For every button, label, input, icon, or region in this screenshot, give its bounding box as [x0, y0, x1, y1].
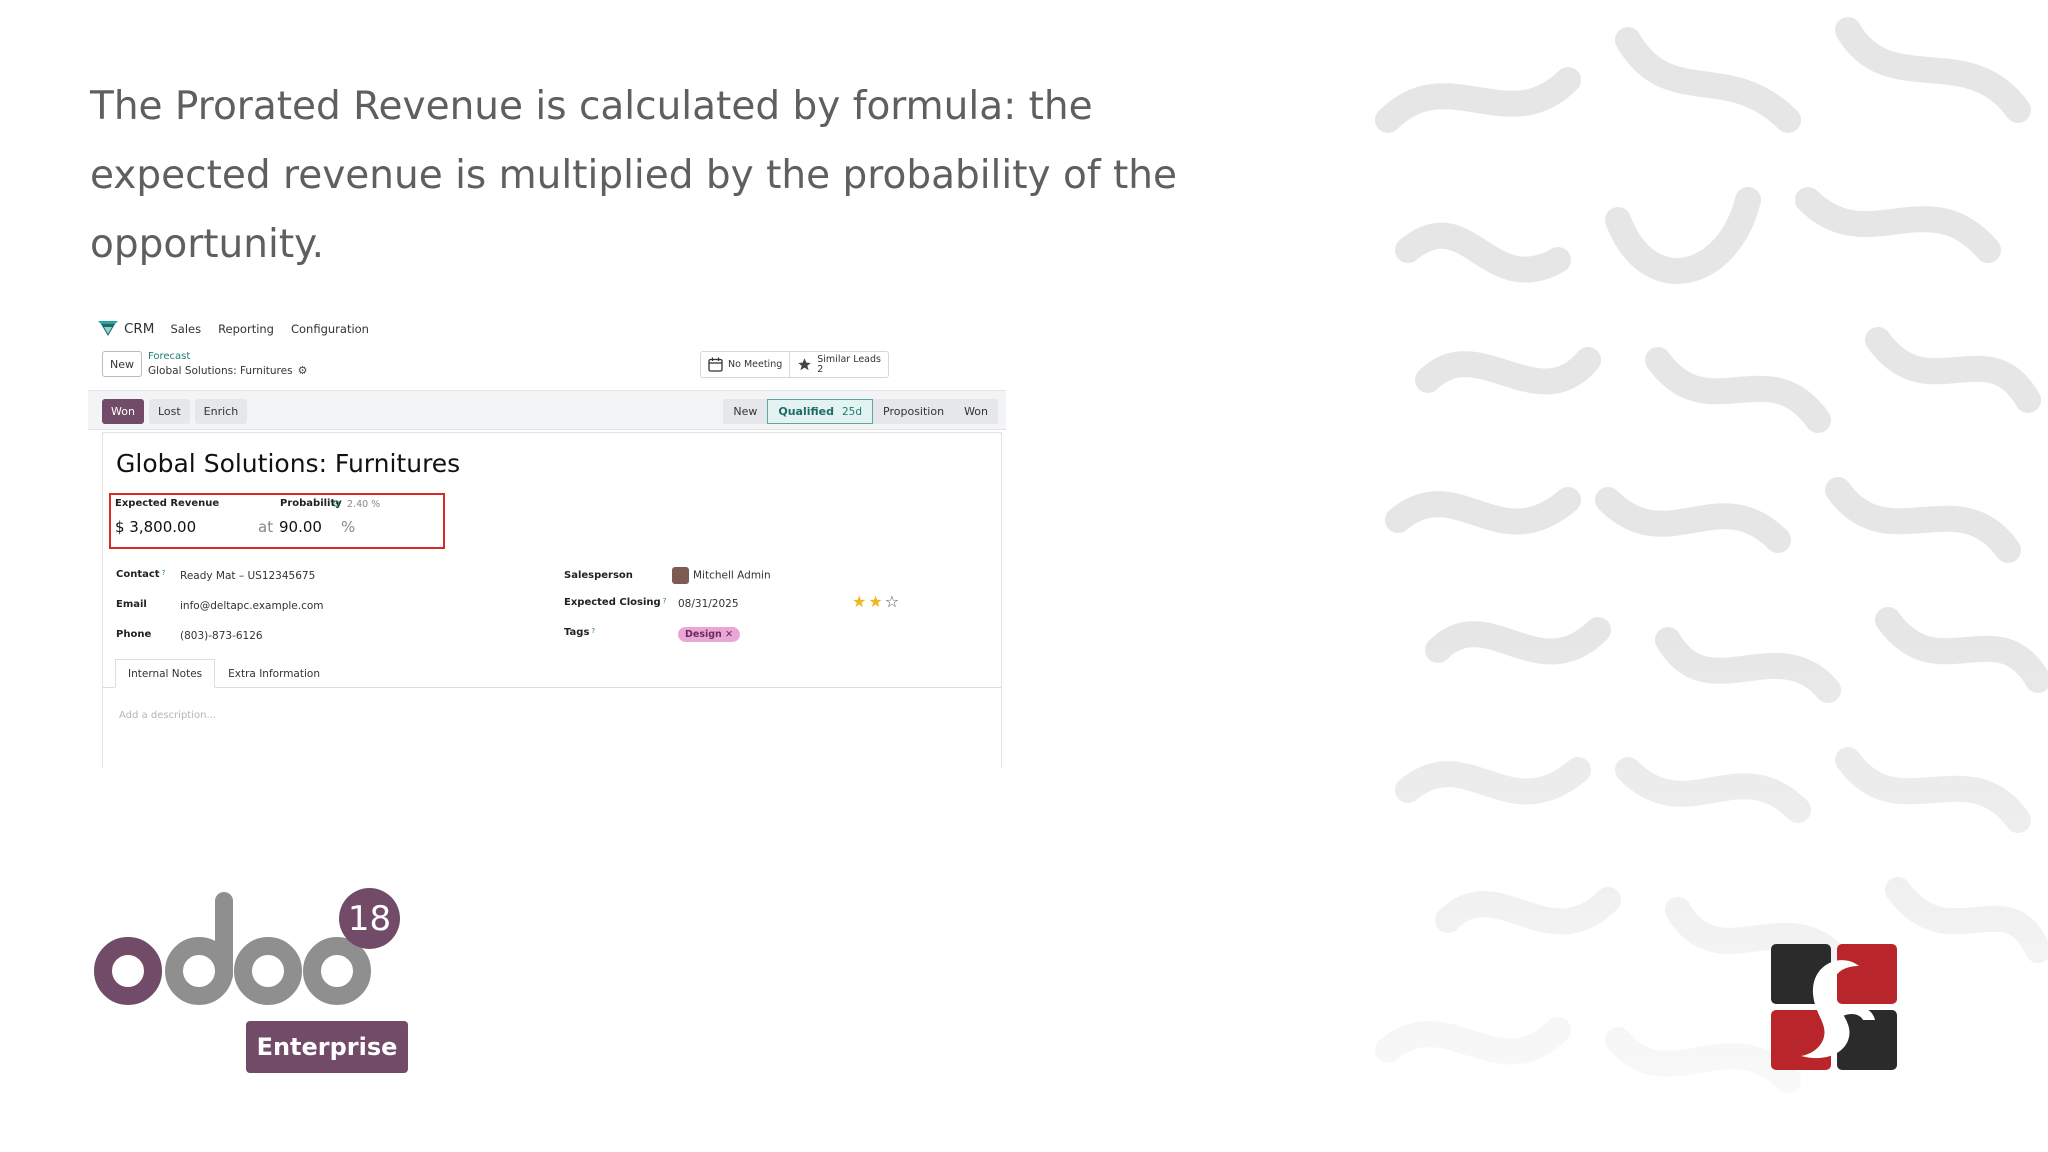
salesperson-name: Mitchell Admin	[693, 569, 771, 582]
email-field[interactable]: info@deltapc.example.com	[180, 600, 324, 612]
stage-pipeline: New Qualified 25d Proposition Won	[723, 399, 998, 424]
tab-extra-information[interactable]: Extra Information	[215, 659, 333, 688]
meeting-smart-button[interactable]: No Meeting	[701, 352, 791, 377]
phone-field[interactable]: (803)-873-6126	[180, 630, 263, 642]
stage-days-badge: 25d	[842, 405, 863, 418]
similar-leads-text: Similar Leads 2	[817, 353, 881, 375]
slide: The Prorated Revenue is calculated by fo…	[0, 0, 2048, 1152]
stage-new[interactable]: New	[723, 399, 768, 424]
expected-closing-label-text: Expected Closing	[564, 597, 661, 608]
percent-sign: %	[341, 518, 356, 536]
menu-configuration[interactable]: Configuration	[291, 322, 369, 336]
top-navbar: CRM Sales Reporting Configuration	[98, 318, 386, 340]
tag-label: Design	[685, 629, 722, 640]
breadcrumb-current-label: Global Solutions: Furnitures	[148, 365, 293, 377]
decorative-squiggle-pattern	[1368, 0, 2048, 1152]
new-button[interactable]: New	[102, 351, 142, 377]
menu-reporting[interactable]: Reporting	[218, 322, 274, 336]
form-sheet: Global Solutions: Furnitures Expected Re…	[102, 432, 1002, 768]
tab-internal-notes[interactable]: Internal Notes	[115, 659, 216, 688]
avatar	[672, 567, 689, 584]
star-icon[interactable]: ★	[868, 592, 884, 611]
slide-heading: The Prorated Revenue is calculated by fo…	[90, 84, 1177, 267]
stage-proposition[interactable]: Proposition	[873, 399, 955, 424]
expected-closing-field[interactable]: 08/31/2025	[678, 598, 739, 610]
stage-qualified[interactable]: Qualified 25d	[767, 399, 874, 424]
version-badge: 18	[339, 888, 400, 949]
edition-badge: Enterprise	[246, 1021, 408, 1073]
calendar-icon	[708, 357, 723, 372]
at-label: at	[258, 518, 274, 536]
phone-label: Phone	[116, 629, 152, 640]
breadcrumb-current: Global Solutions: Furnitures ⚙	[148, 364, 307, 378]
auto-probability: 2.40 %	[347, 499, 381, 510]
expected-revenue-label: Expected Revenue	[115, 498, 220, 509]
meeting-label: No Meeting	[728, 358, 783, 370]
lost-button[interactable]: Lost	[148, 399, 190, 424]
tags-help-icon[interactable]: ?	[591, 627, 595, 635]
close-icon[interactable]: ✕	[725, 629, 733, 640]
star-outline-icon[interactable]: ☆	[885, 592, 901, 611]
won-button[interactable]: Won	[102, 399, 144, 424]
salesperson-label: Salesperson	[564, 570, 633, 581]
action-buttons: Won Lost Enrich	[102, 399, 252, 424]
crm-screenshot: CRM Sales Reporting Configuration New Fo…	[88, 308, 1006, 768]
breadcrumb: Forecast Global Solutions: Furnitures ⚙	[148, 350, 307, 378]
crm-app-icon[interactable]	[98, 321, 118, 337]
record-title[interactable]: Global Solutions: Furnitures	[116, 449, 460, 478]
similar-leads-label: Similar Leads	[817, 353, 881, 365]
stage-qualified-label: Qualified	[778, 405, 834, 418]
revenue-probability-highlight: Expected Revenue Probability ⚙ 2.40 % $ …	[109, 493, 445, 549]
breadcrumb-forecast-link[interactable]: Forecast	[148, 350, 307, 364]
stage-won[interactable]: Won	[954, 399, 998, 424]
status-bar: Won Lost Enrich New Qualified 25d Propos…	[88, 390, 1006, 430]
salesperson-field[interactable]: Mitchell Admin	[672, 567, 771, 584]
tags-label: Tags?	[564, 627, 595, 638]
app-name[interactable]: CRM	[124, 321, 154, 337]
expected-revenue-field[interactable]: $ 3,800.00	[115, 518, 196, 536]
expected-closing-help-icon[interactable]: ?	[663, 597, 667, 605]
brand-logo	[1771, 944, 1897, 1070]
description-field[interactable]: Add a description...	[119, 710, 216, 721]
email-label: Email	[116, 599, 147, 610]
similar-leads-smart-button[interactable]: Similar Leads 2	[790, 352, 888, 377]
gear-icon[interactable]: ⚙	[332, 499, 341, 510]
expected-closing-label: Expected Closing?	[564, 597, 666, 608]
tags-label-text: Tags	[564, 627, 590, 638]
control-panel: New Forecast Global Solutions: Furniture…	[102, 350, 307, 378]
menu-sales[interactable]: Sales	[170, 322, 201, 336]
notebook-tabs: Internal Notes Extra Information	[115, 659, 333, 688]
probability-field[interactable]: 90.00	[279, 518, 322, 536]
gear-icon[interactable]: ⚙	[298, 364, 308, 378]
contact-label: Contact?	[116, 569, 165, 580]
priority-stars[interactable]: ★★☆	[852, 592, 901, 611]
enrich-button[interactable]: Enrich	[194, 399, 248, 424]
smart-buttons: No Meeting Similar Leads 2	[700, 351, 889, 378]
star-icon[interactable]: ★	[852, 592, 868, 611]
contact-field[interactable]: Ready Mat – US12345675	[180, 570, 315, 582]
contact-label-text: Contact	[116, 569, 160, 580]
star-icon	[798, 358, 811, 371]
contact-help-icon[interactable]: ?	[162, 569, 166, 577]
similar-leads-count: 2	[817, 363, 824, 375]
tag-badge[interactable]: Design ✕	[678, 627, 741, 642]
